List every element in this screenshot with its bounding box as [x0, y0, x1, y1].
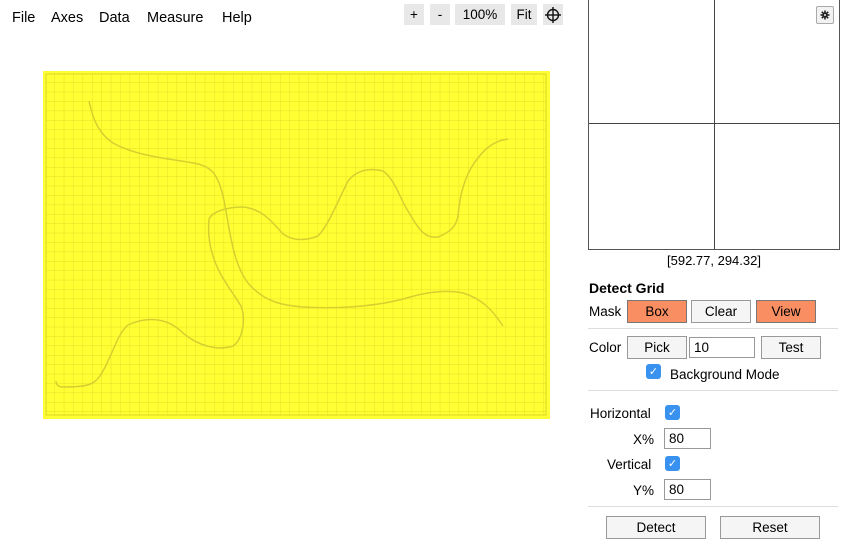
crosshair-vertical-line: [714, 0, 715, 249]
x-percent-input[interactable]: 80: [664, 428, 711, 449]
test-button[interactable]: Test: [761, 336, 821, 359]
background-mode-checkbox[interactable]: ✓: [646, 364, 661, 379]
background-mode-label: Background Mode: [670, 367, 780, 382]
menu-data[interactable]: Data: [99, 10, 130, 26]
zoom-out-button[interactable]: -: [430, 4, 450, 25]
color-distance-input[interactable]: 10: [689, 337, 755, 358]
plot-canvas[interactable]: [43, 71, 550, 419]
crosshair-horizontal-line: [589, 123, 840, 124]
detect-button[interactable]: Detect: [606, 516, 706, 539]
divider: [588, 328, 838, 329]
mask-clear-button[interactable]: Clear: [691, 300, 751, 323]
reset-button[interactable]: Reset: [720, 516, 820, 539]
vertical-checkbox[interactable]: ✓: [665, 456, 680, 471]
fit-button[interactable]: Fit: [511, 4, 537, 25]
mask-view-button[interactable]: View: [756, 300, 816, 323]
menu-help[interactable]: Help: [222, 10, 252, 26]
crosshair-icon[interactable]: [543, 4, 563, 25]
zoom-level[interactable]: 100%: [455, 4, 505, 25]
gear-icon[interactable]: [816, 6, 834, 24]
y-percent-label: Y%: [633, 483, 655, 498]
y-percent-input[interactable]: 80: [664, 479, 711, 500]
color-label: Color: [589, 340, 622, 355]
horizontal-label: Horizontal: [590, 406, 651, 421]
x-percent-label: X%: [633, 432, 655, 447]
cursor-coordinates: [592.77, 294.32]: [667, 253, 761, 268]
menu-file[interactable]: File: [12, 10, 35, 26]
menu-measure[interactable]: Measure: [147, 10, 203, 26]
vertical-label: Vertical: [607, 457, 652, 472]
plot-grid: [45, 73, 547, 416]
pick-color-button[interactable]: Pick: [627, 336, 687, 359]
mask-label: Mask: [589, 304, 622, 319]
mask-box-button[interactable]: Box: [627, 300, 687, 323]
zoom-in-button[interactable]: +: [404, 4, 424, 25]
magnifier-view: [588, 0, 840, 250]
menu-axes[interactable]: Axes: [51, 10, 83, 26]
horizontal-checkbox[interactable]: ✓: [665, 405, 680, 420]
divider: [588, 506, 838, 507]
divider: [588, 390, 838, 391]
panel-title: Detect Grid: [589, 280, 665, 296]
